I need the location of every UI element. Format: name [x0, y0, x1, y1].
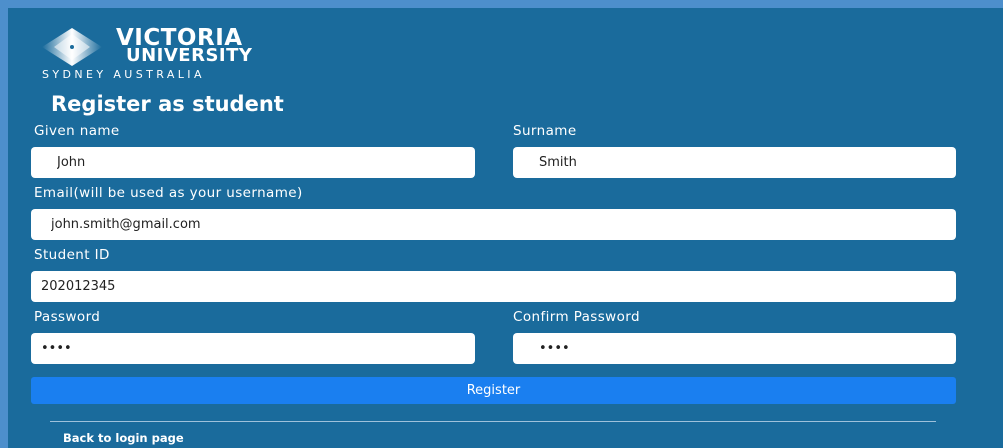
password-label: Password: [34, 309, 101, 325]
confirm-password-label: Confirm Password: [513, 309, 640, 325]
divider: [50, 421, 936, 422]
brand-location: SYDNEY AUSTRALIA: [42, 68, 205, 81]
register-button[interactable]: Register: [31, 377, 956, 404]
email-input[interactable]: [31, 209, 956, 240]
page-title: Register as student: [51, 92, 284, 116]
back-to-login-link[interactable]: Back to login page: [63, 431, 184, 445]
given-name-label: Given name: [34, 123, 120, 139]
student-id-label: Student ID: [34, 247, 110, 263]
password-input[interactable]: [31, 333, 475, 364]
surname-label: Surname: [513, 123, 577, 139]
given-name-input[interactable]: [31, 147, 475, 178]
diamond-logo-icon: [42, 28, 102, 66]
surname-input[interactable]: [513, 147, 956, 178]
university-logo: VICTORIA UNIVERSITY SYDNEY AUSTRALIA: [40, 26, 310, 86]
confirm-password-input[interactable]: [513, 333, 956, 364]
brand-name-line2: UNIVERSITY: [126, 45, 253, 66]
email-label: Email(will be used as your username): [34, 185, 303, 201]
student-id-input[interactable]: [31, 271, 956, 302]
